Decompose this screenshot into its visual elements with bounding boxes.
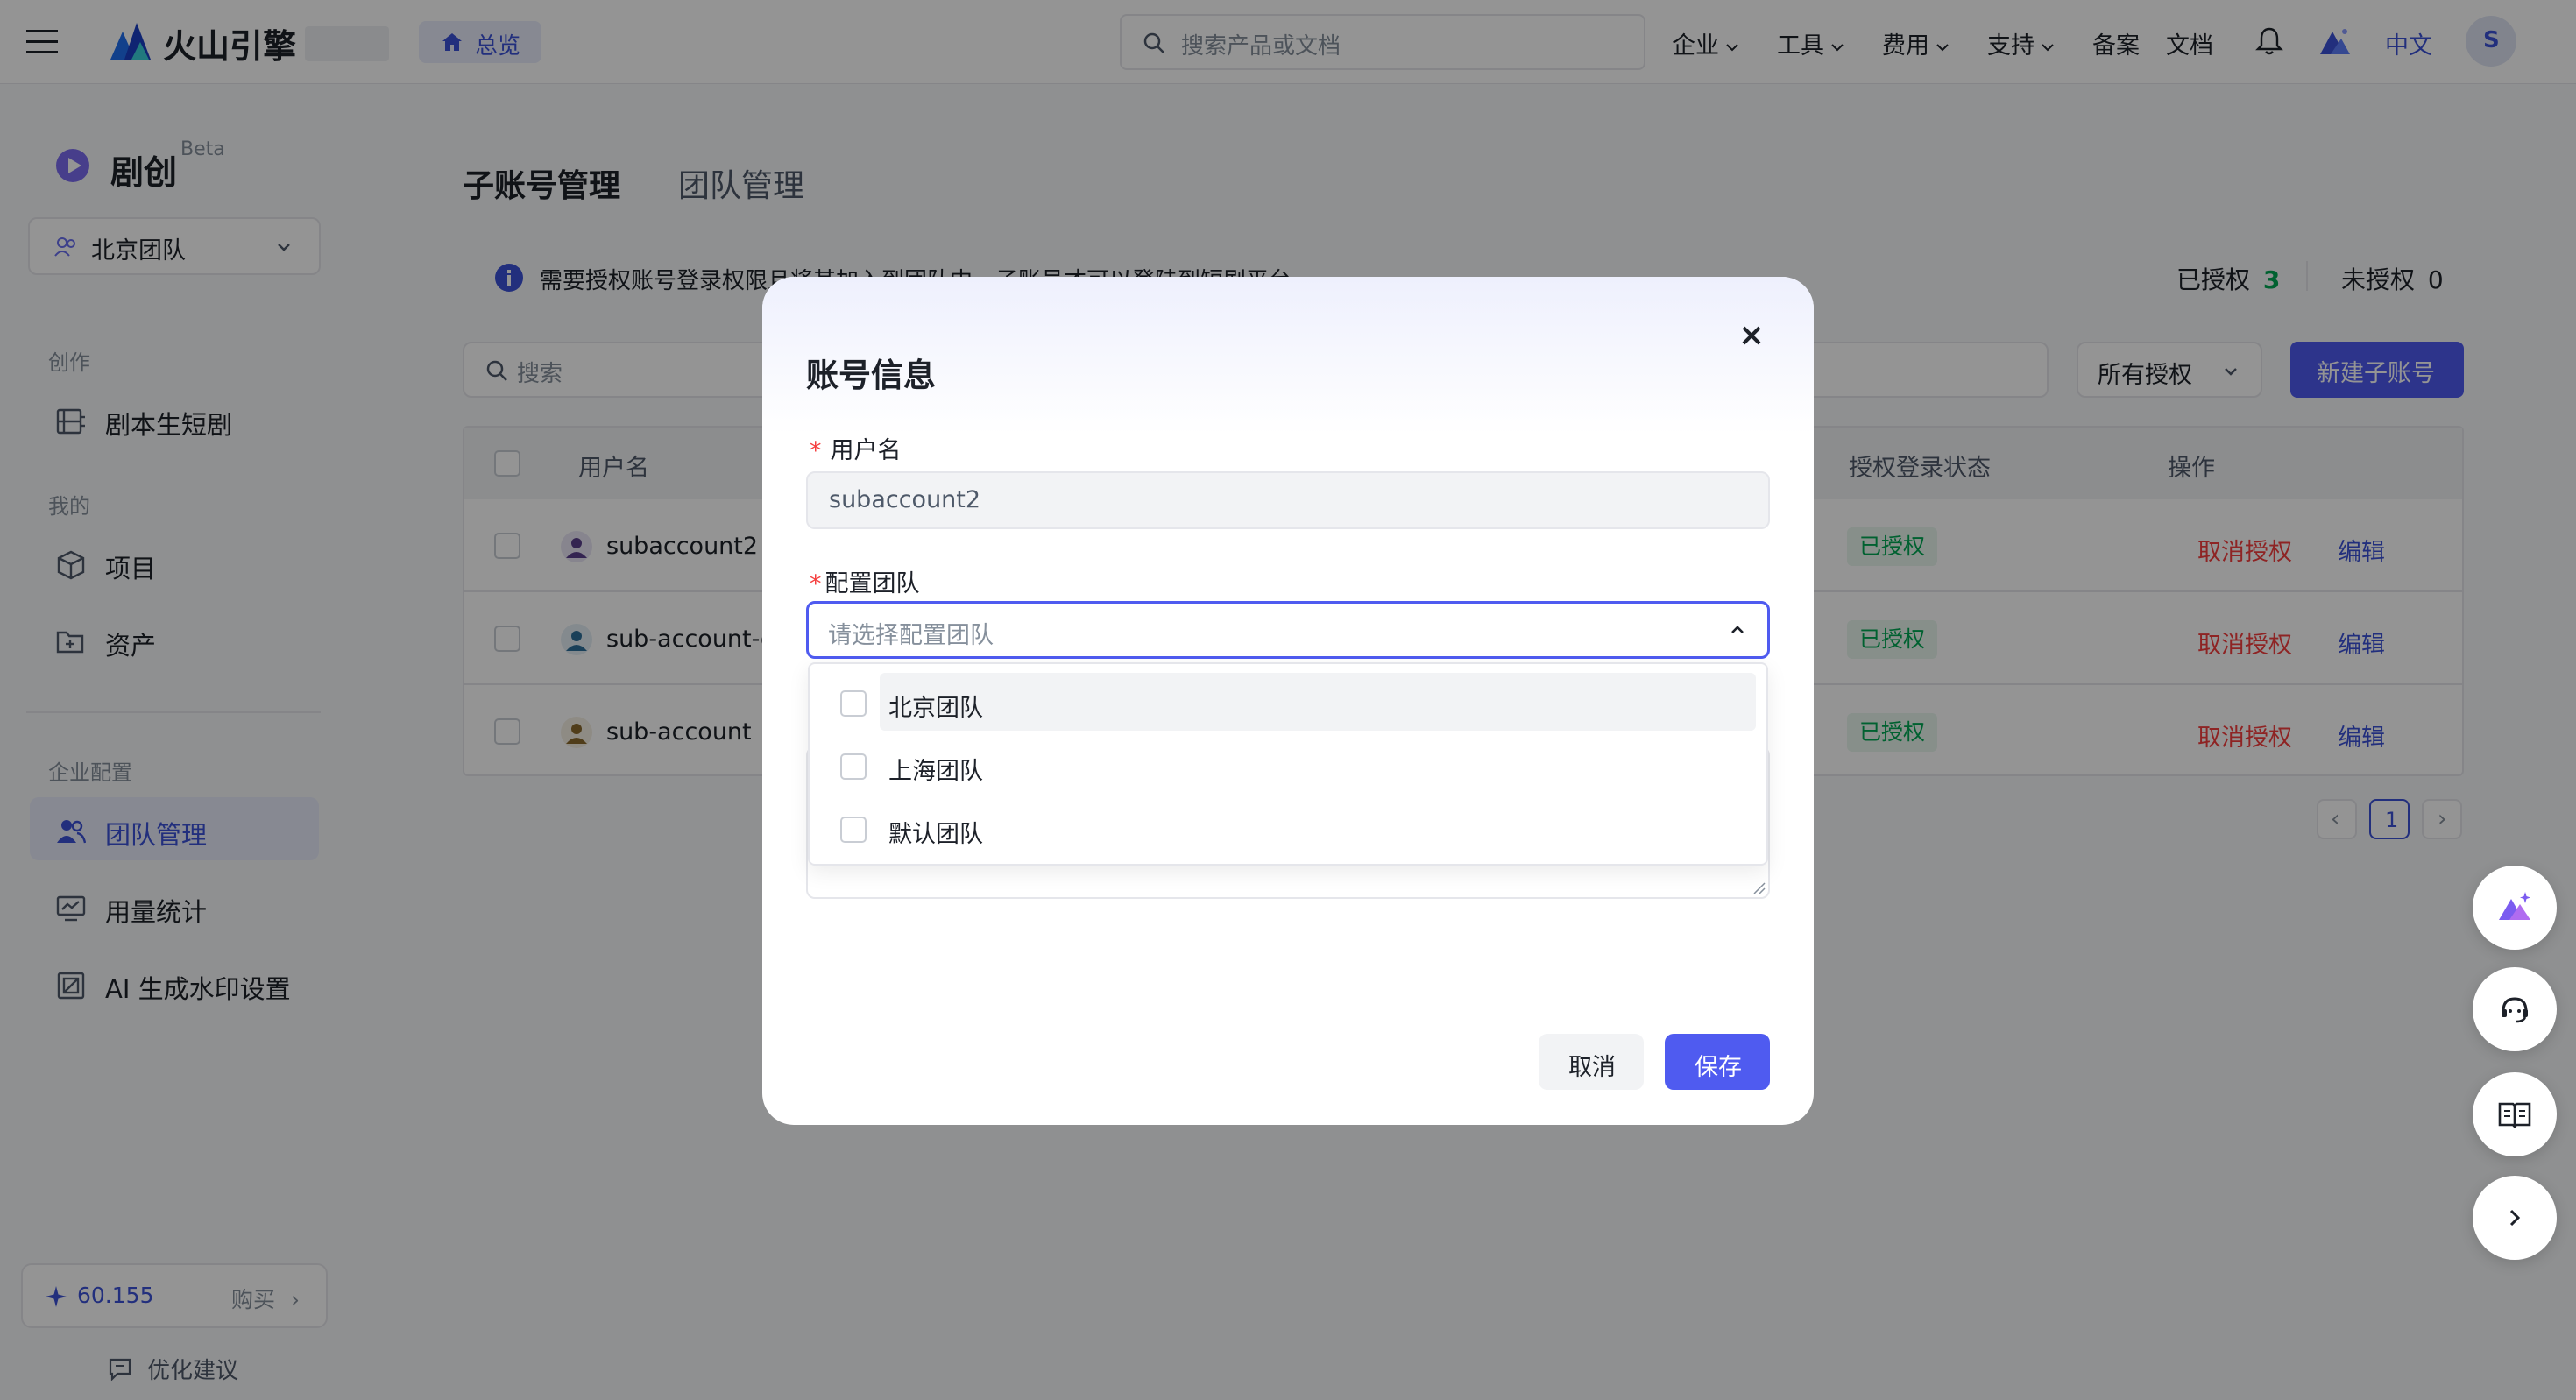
option-checkbox[interactable] [840,753,867,780]
save-button[interactable]: 保存 [1665,1034,1770,1090]
username-field[interactable]: subaccount2 [806,471,1770,529]
book-icon [2497,1097,2532,1132]
required-mark: * [810,570,822,597]
username-field-value: subaccount2 [829,486,981,513]
option-label: 北京团队 [888,695,983,722]
cancel-button[interactable]: 取消 [1539,1034,1644,1090]
team-field-label: * 配置团队 [810,564,920,598]
cancel-button-label: 取消 [1568,1054,1616,1081]
option-hover-bg [880,673,1756,731]
resize-handle-icon[interactable] [1752,881,1766,895]
team-field-label-text: 配置团队 [824,570,920,597]
option-label: 上海团队 [888,758,983,785]
docs-button[interactable] [2473,1072,2557,1156]
username-field-label-text: 用户名 [830,437,902,464]
team-option[interactable]: 默认团队 [810,799,1761,860]
team-select[interactable]: 请选择配置团队 [806,601,1770,659]
chevron-up-icon [1729,621,1746,639]
option-checkbox[interactable] [840,690,867,717]
username-field-label: * 用户名 [810,431,902,465]
team-option[interactable]: 北京团队 [810,673,1761,734]
team-option[interactable]: 上海团队 [810,736,1761,797]
customer-service-button[interactable] [2473,967,2557,1051]
team-dropdown: 北京团队 上海团队 默认团队 [808,662,1768,866]
option-checkbox[interactable] [840,817,867,843]
team-select-placeholder: 请选择配置团队 [828,622,994,649]
modal-title: 账号信息 [806,357,936,394]
ai-assistant-button[interactable] [2473,866,2557,950]
save-button-label: 保存 [1695,1054,1742,1081]
chevron-right-icon [2497,1200,2532,1235]
ai-mountain-icon [2497,890,2532,925]
account-info-modal: 账号信息 * 用户名 subaccount2 * 配置团队 请选择配置团队 北京团队… [762,277,1814,1125]
expand-button[interactable] [2473,1176,2557,1260]
headset-icon [2497,992,2532,1027]
close-icon[interactable] [1740,324,1763,347]
option-label: 默认团队 [888,821,983,848]
required-mark: * [810,437,822,464]
